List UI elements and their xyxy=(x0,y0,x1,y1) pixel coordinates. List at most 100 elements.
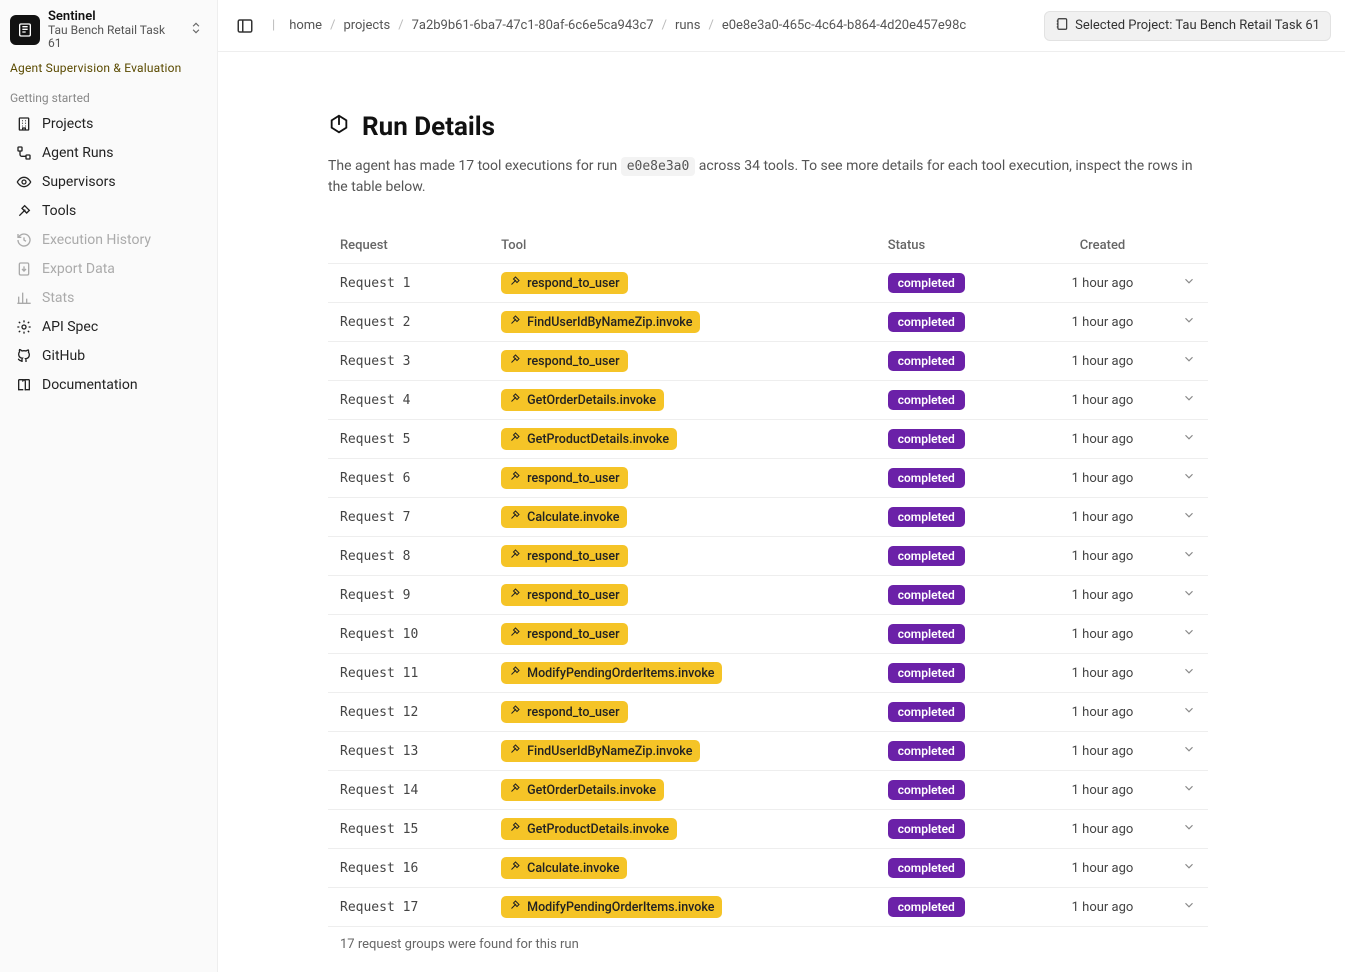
app-switcher[interactable]: Sentinel Tau Bench Retail Task 61 xyxy=(0,0,217,57)
chevron-down-icon xyxy=(1182,823,1196,838)
table-row[interactable]: Request 4GetOrderDetails.invokecompleted… xyxy=(328,381,1208,420)
chevron-down-icon xyxy=(1182,277,1196,292)
status-cell: completed xyxy=(876,537,1035,576)
tool-label: respond_to_user xyxy=(527,276,619,291)
tool-pill: FindUserIdByNameZip.invoke xyxy=(501,311,700,333)
status-cell: completed xyxy=(876,498,1035,537)
tool-cell: ModifyPendingOrderItems.invoke xyxy=(489,888,876,927)
history-icon xyxy=(16,232,32,248)
sidebar-section-label: Getting started xyxy=(0,83,217,109)
tool-label: ModifyPendingOrderItems.invoke xyxy=(527,666,714,681)
chevron-down-icon xyxy=(1182,316,1196,331)
table-row[interactable]: Request 3respond_to_usercompleted1 hour … xyxy=(328,342,1208,381)
app-name: Sentinel xyxy=(48,10,177,24)
tool-label: respond_to_user xyxy=(527,471,619,486)
breadcrumb-item[interactable]: projects xyxy=(343,18,390,33)
status-cell: completed xyxy=(876,888,1035,927)
breadcrumb-item[interactable]: 7a2b9b61-6ba7-47c1-80af-6c6e5ca943c7 xyxy=(412,18,654,33)
expand-cell[interactable] xyxy=(1170,303,1208,342)
table-row[interactable]: Request 10respond_to_usercompleted1 hour… xyxy=(328,615,1208,654)
sidebar-item-documentation[interactable]: Documentation xyxy=(6,371,211,399)
sidebar-item-github[interactable]: GitHub xyxy=(6,342,211,370)
expand-cell[interactable] xyxy=(1170,342,1208,381)
table-row[interactable]: Request 13FindUserIdByNameZip.invokecomp… xyxy=(328,732,1208,771)
expand-cell[interactable] xyxy=(1170,498,1208,537)
table-row[interactable]: Request 6respond_to_usercompleted1 hour … xyxy=(328,459,1208,498)
request-cell: Request 14 xyxy=(328,771,489,810)
expand-cell[interactable] xyxy=(1170,420,1208,459)
table-row[interactable]: Request 2FindUserIdByNameZip.invokecompl… xyxy=(328,303,1208,342)
expand-cell[interactable] xyxy=(1170,537,1208,576)
created-cell: 1 hour ago xyxy=(1035,654,1170,693)
tool-pill: respond_to_user xyxy=(501,467,627,489)
axe-icon xyxy=(509,509,521,525)
expand-cell[interactable] xyxy=(1170,771,1208,810)
status-cell: completed xyxy=(876,615,1035,654)
status-cell: completed xyxy=(876,810,1035,849)
expand-cell[interactable] xyxy=(1170,576,1208,615)
sidebar-item-supervisors[interactable]: Supervisors xyxy=(6,168,211,196)
sidebar-item-agent-runs[interactable]: Agent Runs xyxy=(6,139,211,167)
table-row[interactable]: Request 15GetProductDetails.invokecomple… xyxy=(328,810,1208,849)
table-row[interactable]: Request 17ModifyPendingOrderItems.invoke… xyxy=(328,888,1208,927)
request-cell: Request 3 xyxy=(328,342,489,381)
table-row[interactable]: Request 5GetProductDetails.invokecomplet… xyxy=(328,420,1208,459)
table-footer: 17 request groups were found for this ru… xyxy=(328,927,1208,963)
expand-cell[interactable] xyxy=(1170,264,1208,303)
sidebar: Sentinel Tau Bench Retail Task 61 Agent … xyxy=(0,0,218,972)
table-row[interactable]: Request 12respond_to_usercompleted1 hour… xyxy=(328,693,1208,732)
chevron-down-icon xyxy=(1182,472,1196,487)
status-badge: completed xyxy=(888,351,965,371)
table-row[interactable]: Request 8respond_to_usercompleted1 hour … xyxy=(328,537,1208,576)
table-row[interactable]: Request 16Calculate.invokecompleted1 hou… xyxy=(328,849,1208,888)
breadcrumb-item[interactable]: runs xyxy=(675,18,700,33)
table-row[interactable]: Request 14GetOrderDetails.invokecomplete… xyxy=(328,771,1208,810)
expand-cell[interactable] xyxy=(1170,810,1208,849)
expand-cell[interactable] xyxy=(1170,849,1208,888)
created-cell: 1 hour ago xyxy=(1035,732,1170,771)
expand-cell[interactable] xyxy=(1170,732,1208,771)
tool-pill: respond_to_user xyxy=(501,350,627,372)
divider: | xyxy=(272,18,275,33)
sidebar-item-execution-history: Execution History xyxy=(6,226,211,254)
table-row[interactable]: Request 9respond_to_usercompleted1 hour … xyxy=(328,576,1208,615)
tool-pill: GetProductDetails.invoke xyxy=(501,428,677,450)
sidebar-item-tools[interactable]: Tools xyxy=(6,197,211,225)
panel-toggle-icon[interactable] xyxy=(232,13,258,39)
tool-label: FindUserIdByNameZip.invoke xyxy=(527,315,692,330)
expand-cell[interactable] xyxy=(1170,654,1208,693)
building-icon xyxy=(16,116,32,132)
tool-cell: respond_to_user xyxy=(489,264,876,303)
breadcrumb-item[interactable]: home xyxy=(289,18,322,33)
tool-pill: respond_to_user xyxy=(501,701,627,723)
tool-pill: respond_to_user xyxy=(501,272,627,294)
expand-cell[interactable] xyxy=(1170,459,1208,498)
tool-cell: GetOrderDetails.invoke xyxy=(489,771,876,810)
axe-icon xyxy=(509,314,521,330)
sidebar-item-api-spec[interactable]: API Spec xyxy=(6,313,211,341)
axe-icon xyxy=(509,860,521,876)
run-id-code: e0e8e3a0 xyxy=(621,157,696,176)
tool-cell: respond_to_user xyxy=(489,537,876,576)
breadcrumb-item[interactable]: e0e8e3a0-465c-4c64-b864-4d20e457e98c xyxy=(722,18,966,33)
expand-cell[interactable] xyxy=(1170,615,1208,654)
expand-cell[interactable] xyxy=(1170,693,1208,732)
created-cell: 1 hour ago xyxy=(1035,576,1170,615)
sidebar-item-label: GitHub xyxy=(42,348,85,364)
chevrons-up-down-icon[interactable] xyxy=(185,17,207,43)
chevron-down-icon xyxy=(1182,667,1196,682)
api-icon xyxy=(16,319,32,335)
table-row[interactable]: Request 7Calculate.invokecompleted1 hour… xyxy=(328,498,1208,537)
created-cell: 1 hour ago xyxy=(1035,459,1170,498)
eye-cog-icon xyxy=(16,174,32,190)
status-cell: completed xyxy=(876,654,1035,693)
tool-cell: Calculate.invoke xyxy=(489,498,876,537)
table-row[interactable]: Request 11ModifyPendingOrderItems.invoke… xyxy=(328,654,1208,693)
table-row[interactable]: Request 1respond_to_usercompleted1 hour … xyxy=(328,264,1208,303)
selected-project-badge[interactable]: Selected Project: Tau Bench Retail Task … xyxy=(1044,11,1331,41)
sidebar-item-projects[interactable]: Projects xyxy=(6,110,211,138)
sidebar-item-export-data: Export Data xyxy=(6,255,211,283)
expand-cell[interactable] xyxy=(1170,381,1208,420)
status-badge: completed xyxy=(888,585,965,605)
expand-cell[interactable] xyxy=(1170,888,1208,927)
